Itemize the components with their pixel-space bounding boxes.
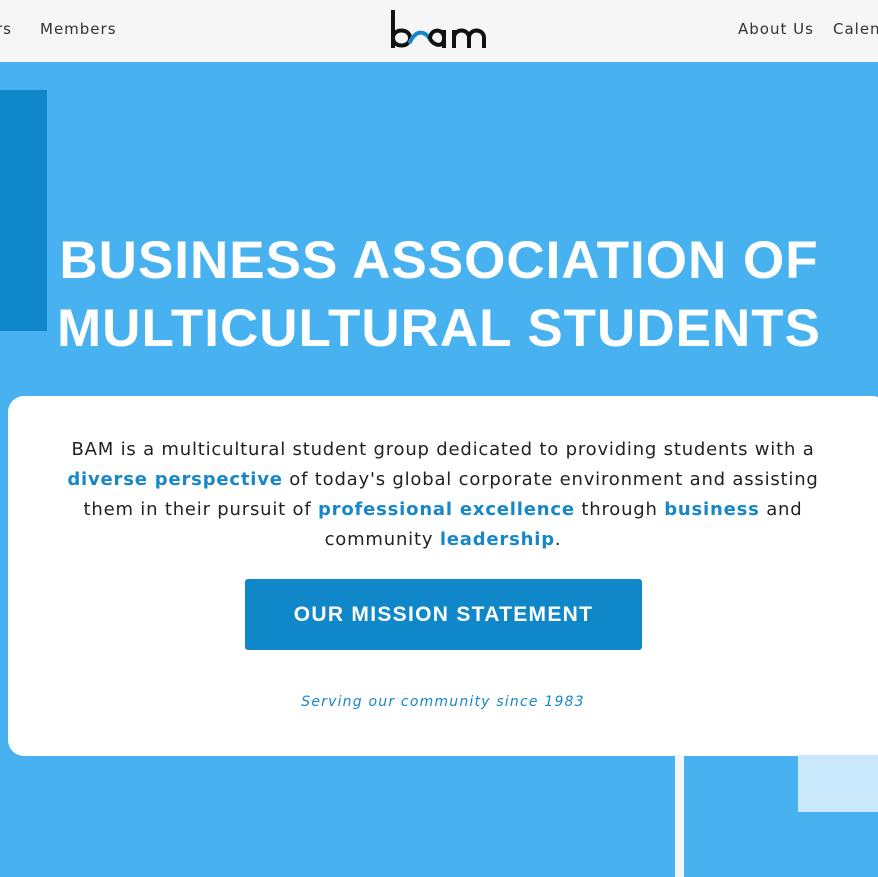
hero-title-line-1: BUSINESS ASSOCIATION OF [59,231,819,290]
bam-logo-mark [391,10,486,48]
hero-section: BUSINESS ASSOCIATION OF MULTICULTURAL ST… [0,62,878,877]
nav-link-members[interactable]: Members [40,20,117,38]
nav-link-about-us[interactable]: About Us [738,20,814,38]
decorative-line [675,755,684,877]
highlight-leadership: leadership [439,529,555,550]
bam-logo[interactable] [390,8,502,54]
highlight-professional-excellence: professional excellence [317,499,575,520]
description-text-1: BAM is a multicultural student group ded… [71,439,815,460]
mission-statement-button[interactable]: OUR MISSION STATEMENT [245,579,642,650]
highlight-diverse-perspective: diverse perspective [67,469,283,490]
nav-link-partners[interactable]: rs [0,20,12,38]
description-text-5: . [554,529,562,550]
hero-title: BUSINESS ASSOCIATION OF MULTICULTURAL ST… [0,227,878,363]
decorative-block-right [798,755,878,812]
highlight-business: business [664,499,760,520]
since-tagline: Serving our community since 1983 [301,694,585,710]
top-navigation-bar: rs Members About Us Calen [0,0,878,62]
description-text-3: through [574,499,665,520]
description-paragraph: BAM is a multicultural student group ded… [40,435,846,555]
intro-card: BAM is a multicultural student group ded… [8,396,878,756]
nav-link-calendar[interactable]: Calen [833,20,878,38]
hero-title-line-2: MULTICULTURAL STUDENTS [57,299,821,358]
